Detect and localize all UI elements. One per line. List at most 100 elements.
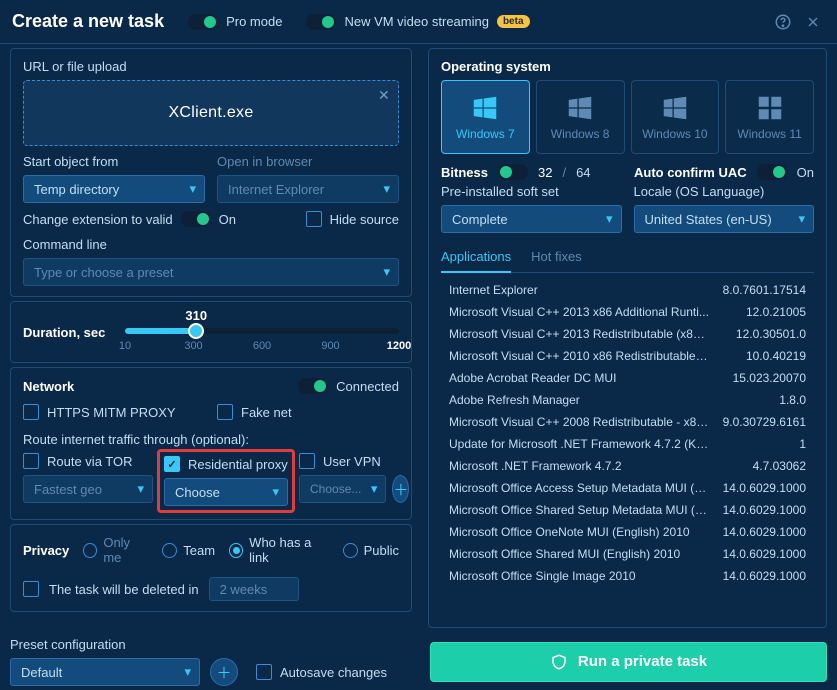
applications-list[interactable]: Internet Explorer8.0.7601.17514 Microsoft… bbox=[441, 279, 814, 585]
fakenet-checkbox[interactable] bbox=[217, 404, 233, 420]
run-private-task-button[interactable]: Run a private task bbox=[430, 642, 827, 682]
locale-select[interactable]: United States (en-US) ▾ bbox=[634, 205, 815, 233]
https-mitm-label: HTTPS MITM PROXY bbox=[47, 405, 176, 420]
app-list-row[interactable]: Microsoft Office Shared MUI (English) 20… bbox=[441, 543, 814, 565]
residential-select[interactable]: Choose ▾ bbox=[164, 478, 288, 506]
app-version: 15.023.20070 bbox=[733, 371, 806, 385]
start-object-select[interactable]: Temp directory ▾ bbox=[23, 175, 205, 203]
privacy-public-radio[interactable] bbox=[343, 543, 358, 558]
beta-badge: beta bbox=[497, 15, 530, 28]
app-list-row[interactable]: Microsoft Visual C++ 2008 Redistributabl… bbox=[441, 411, 814, 433]
tor-checkbox[interactable] bbox=[23, 453, 39, 469]
autosave-checkbox[interactable] bbox=[256, 664, 272, 680]
app-version: 1.8.0 bbox=[779, 393, 806, 407]
https-mitm-checkbox[interactable] bbox=[23, 404, 39, 420]
privacy-link-label: Who has a link bbox=[249, 535, 328, 565]
app-list-row[interactable]: Adobe Refresh Manager1.8.0 bbox=[441, 389, 814, 411]
os-tile-win7[interactable]: Windows 7 bbox=[441, 80, 530, 154]
app-list-row[interactable]: Internet Explorer8.0.7601.17514 bbox=[441, 279, 814, 301]
app-list-row[interactable]: Microsoft Visual C++ 2013 Redistributabl… bbox=[441, 323, 814, 345]
os-panel: Operating system Windows 7 Windows 8 Win… bbox=[428, 48, 827, 628]
cmdline-input[interactable]: Type or choose a preset ▾ bbox=[23, 258, 399, 286]
app-name: Microsoft Office Access Setup Metadata M… bbox=[449, 481, 709, 495]
slider-tick: 10 bbox=[119, 340, 131, 352]
bitness-64: 64 bbox=[576, 165, 590, 180]
os-tile-label: Windows 10 bbox=[642, 127, 707, 141]
pro-mode-toggle[interactable] bbox=[188, 14, 218, 30]
os-tile-win8[interactable]: Windows 8 bbox=[536, 80, 625, 154]
tab-applications[interactable]: Applications bbox=[441, 241, 511, 272]
uservpn-checkbox[interactable] bbox=[299, 453, 315, 469]
duration-slider[interactable]: 310 10 300 600 900 1200 bbox=[125, 328, 399, 334]
app-list-row[interactable]: Microsoft Office Single Image 201014.0.6… bbox=[441, 565, 814, 585]
chevron-down-icon: ▾ bbox=[606, 211, 613, 227]
app-version: 9.0.30729.6161 bbox=[723, 415, 806, 429]
help-icon[interactable] bbox=[771, 10, 795, 34]
privacy-onlyme-radio[interactable] bbox=[83, 543, 97, 558]
duration-thumb[interactable] bbox=[188, 323, 204, 339]
windows-icon bbox=[755, 93, 785, 123]
slider-tick: 1200 bbox=[387, 340, 411, 352]
change-ext-toggle[interactable] bbox=[181, 211, 211, 227]
preset-select[interactable]: Default ▾ bbox=[10, 658, 200, 686]
upload-panel: URL or file upload XClient.exe ✕ Start o… bbox=[10, 48, 412, 297]
app-list-row[interactable]: Microsoft Visual C++ 2010 x86 Redistribu… bbox=[441, 345, 814, 367]
change-ext-label: Change extension to valid bbox=[23, 212, 173, 227]
app-name: Microsoft Visual C++ 2013 x86 Additional… bbox=[449, 305, 709, 319]
add-vpn-button[interactable]: ＋ bbox=[392, 475, 409, 503]
dialog-title: Create a new task bbox=[12, 11, 164, 32]
locale-value: United States (en-US) bbox=[645, 212, 772, 227]
video-toggle[interactable] bbox=[306, 14, 336, 30]
os-tile-win10[interactable]: Windows 10 bbox=[631, 80, 720, 154]
add-preset-button[interactable]: ＋ bbox=[210, 658, 238, 686]
hide-source-checkbox[interactable] bbox=[306, 211, 322, 227]
upload-dropzone[interactable]: XClient.exe ✕ bbox=[23, 80, 399, 146]
app-list-row[interactable]: Microsoft .NET Framework 4.7.24.7.03062 bbox=[441, 455, 814, 477]
privacy-link-radio[interactable] bbox=[229, 543, 243, 558]
chevron-down-icon: ▾ bbox=[383, 264, 390, 280]
open-browser-select[interactable]: Internet Explorer ▾ bbox=[217, 175, 399, 203]
app-version: 12.0.30501.0 bbox=[736, 327, 806, 341]
pro-mode-toggle-row: Pro mode bbox=[188, 14, 282, 30]
autosave-label: Autosave changes bbox=[280, 665, 387, 680]
pro-mode-label: Pro mode bbox=[226, 14, 282, 29]
softset-select[interactable]: Complete ▾ bbox=[441, 205, 622, 233]
uac-toggle[interactable] bbox=[757, 164, 787, 180]
uservpn-select[interactable]: Choose... ▾ bbox=[299, 475, 386, 503]
app-list-row[interactable]: Update for Microsoft .NET Framework 4.7.… bbox=[441, 433, 814, 455]
open-browser-label: Open in browser bbox=[217, 154, 399, 169]
privacy-team-radio[interactable] bbox=[162, 543, 177, 558]
os-tile-label: Windows 11 bbox=[737, 127, 801, 141]
slider-tick: 300 bbox=[184, 340, 202, 352]
windows-icon bbox=[660, 93, 690, 123]
close-icon[interactable] bbox=[801, 10, 825, 34]
windows-icon bbox=[565, 93, 595, 123]
upload-clear-icon[interactable]: ✕ bbox=[378, 87, 390, 104]
chevron-down-icon: ▾ bbox=[189, 181, 196, 197]
app-version: 14.0.6029.1000 bbox=[723, 481, 806, 495]
fakenet-label: Fake net bbox=[241, 405, 292, 420]
chevron-down-icon: ▾ bbox=[137, 481, 144, 497]
chevron-down-icon: ▾ bbox=[371, 481, 378, 497]
tor-geo-select[interactable]: Fastest geo ▾ bbox=[23, 475, 153, 503]
residential-checkbox[interactable] bbox=[164, 456, 180, 472]
app-list-row[interactable]: Microsoft Visual C++ 2013 x86 Additional… bbox=[441, 301, 814, 323]
app-list-row[interactable]: Microsoft Office Access Setup Metadata M… bbox=[441, 477, 814, 499]
network-toggle[interactable] bbox=[298, 378, 328, 394]
app-list-row[interactable]: Adobe Acrobat Reader DC MUI15.023.20070 bbox=[441, 367, 814, 389]
bitness-toggle[interactable] bbox=[498, 164, 528, 180]
app-list-row[interactable]: Microsoft Office Shared Setup Metadata M… bbox=[441, 499, 814, 521]
softset-value: Complete bbox=[452, 212, 508, 227]
tab-hotfixes[interactable]: Hot fixes bbox=[531, 241, 582, 272]
os-tile-win11[interactable]: Windows 11 bbox=[725, 80, 814, 154]
residential-value: Choose bbox=[175, 485, 220, 500]
app-name: Microsoft Office Shared MUI (English) 20… bbox=[449, 547, 680, 561]
app-version: 8.0.7601.17514 bbox=[723, 283, 806, 297]
slider-tick: 900 bbox=[321, 340, 339, 352]
delete-after-select[interactable]: 2 weeks bbox=[209, 577, 299, 601]
residential-highlight: Residential proxy Choose ▾ bbox=[157, 449, 295, 513]
bitness-32: 32 bbox=[538, 165, 552, 180]
delete-task-checkbox[interactable] bbox=[23, 581, 39, 597]
app-list-row[interactable]: Microsoft Office OneNote MUI (English) 2… bbox=[441, 521, 814, 543]
app-name: Microsoft Visual C++ 2008 Redistributabl… bbox=[449, 415, 709, 429]
